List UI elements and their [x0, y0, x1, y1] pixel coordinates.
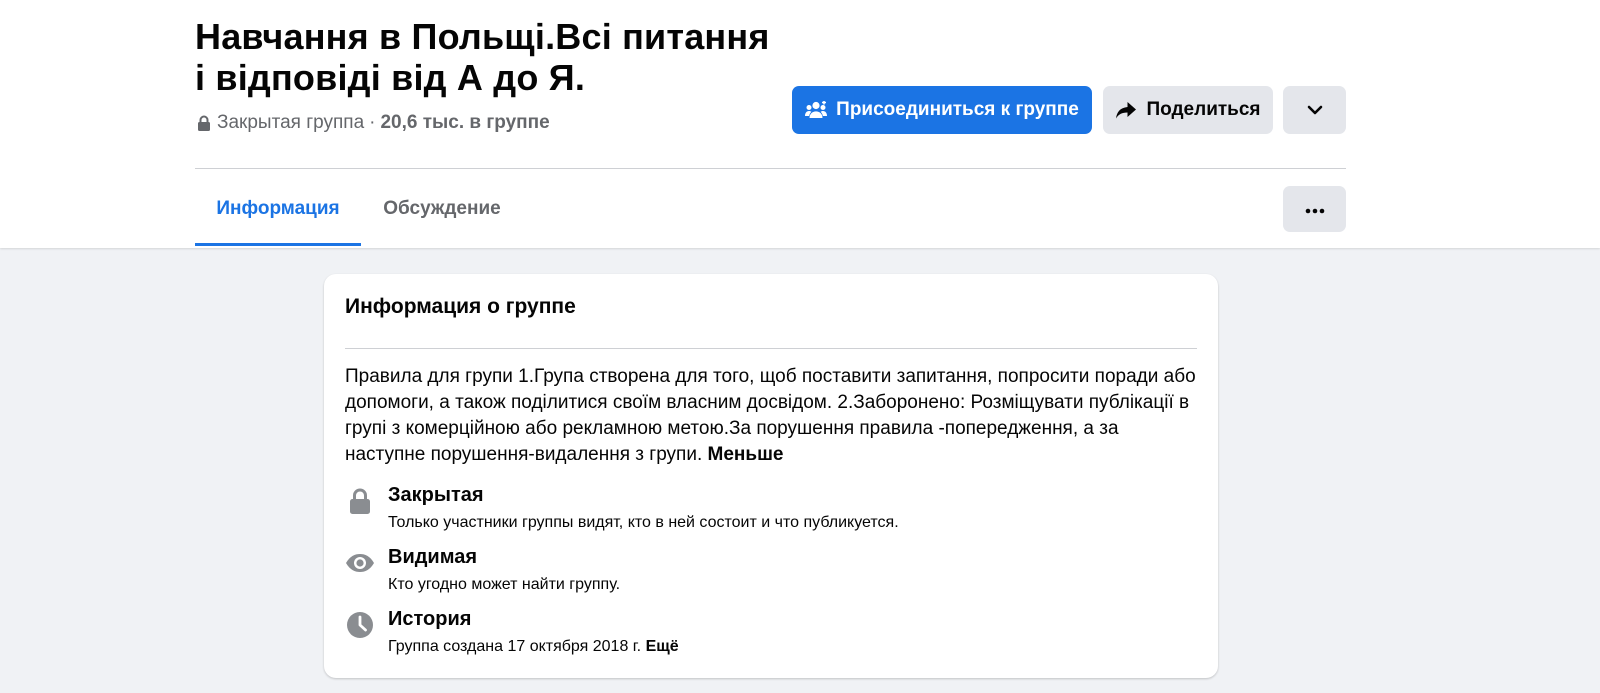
- eye-icon: [345, 548, 375, 578]
- header-divider: [195, 168, 1346, 169]
- group-title-line1: Навчання в Польщі.Всі питання: [195, 16, 770, 57]
- meta-separator: ·: [369, 112, 376, 133]
- privacy-row: Закрытая Только участники группы видят, …: [345, 484, 1197, 536]
- group-title-line2: і відповіді від А до Я.: [195, 57, 586, 98]
- clock-icon: [345, 610, 375, 640]
- history-description: Группа создана 17 октября 2018 г. Ещё: [388, 638, 679, 656]
- more-options-button[interactable]: [1283, 86, 1346, 134]
- share-button[interactable]: Поделиться: [1103, 86, 1273, 134]
- join-group-button[interactable]: Присоединиться к группе: [792, 86, 1092, 134]
- history-title: История: [388, 608, 472, 630]
- share-label: Поделиться: [1146, 99, 1261, 120]
- see-less-link[interactable]: Меньше: [708, 444, 784, 465]
- privacy-label: Закрытая группа: [217, 112, 365, 133]
- lock-icon: [197, 115, 211, 131]
- tab-information[interactable]: Информация: [195, 186, 361, 246]
- visibility-description: Кто угодно может найти группу.: [388, 576, 621, 593]
- visibility-title: Видимая: [388, 546, 478, 568]
- join-group-label: Присоединиться к группе: [836, 99, 1079, 120]
- share-arrow-icon: [1115, 101, 1137, 120]
- group-rules-text: Правила для групи 1.Група створена для т…: [345, 364, 1197, 468]
- group-header: Навчання в Польщі.Всі питання і відповід…: [0, 0, 1600, 248]
- tab-discussion[interactable]: Обсуждение: [367, 186, 517, 246]
- privacy-title: Закрытая: [388, 484, 484, 506]
- group-meta: Закрытая группа · 20,6 тыс. в группе: [197, 112, 550, 134]
- more-dots-icon: [1305, 198, 1325, 220]
- tab-more-button[interactable]: [1283, 186, 1346, 232]
- visibility-row: Видимая Кто угодно может найти группу.: [345, 546, 1197, 598]
- group-title: Навчання в Польщі.Всі питання і відповід…: [195, 16, 795, 98]
- history-row: История Группа создана 17 октября 2018 г…: [345, 608, 1197, 660]
- lock-icon: [345, 486, 375, 516]
- privacy-description: Только участники группы видят, кто в ней…: [388, 514, 899, 531]
- about-title: Информация о группе: [345, 295, 576, 318]
- group-icon: [805, 101, 828, 119]
- chevron-down-icon: [1307, 99, 1323, 121]
- about-divider: [345, 348, 1197, 349]
- about-card: Информация о группе Правила для групи 1.…: [324, 274, 1218, 678]
- see-more-link[interactable]: Ещё: [646, 638, 679, 655]
- history-created-text: Группа создана 17 октября 2018 г.: [388, 638, 642, 655]
- member-count-link[interactable]: 20,6 тыс. в группе: [380, 112, 549, 134]
